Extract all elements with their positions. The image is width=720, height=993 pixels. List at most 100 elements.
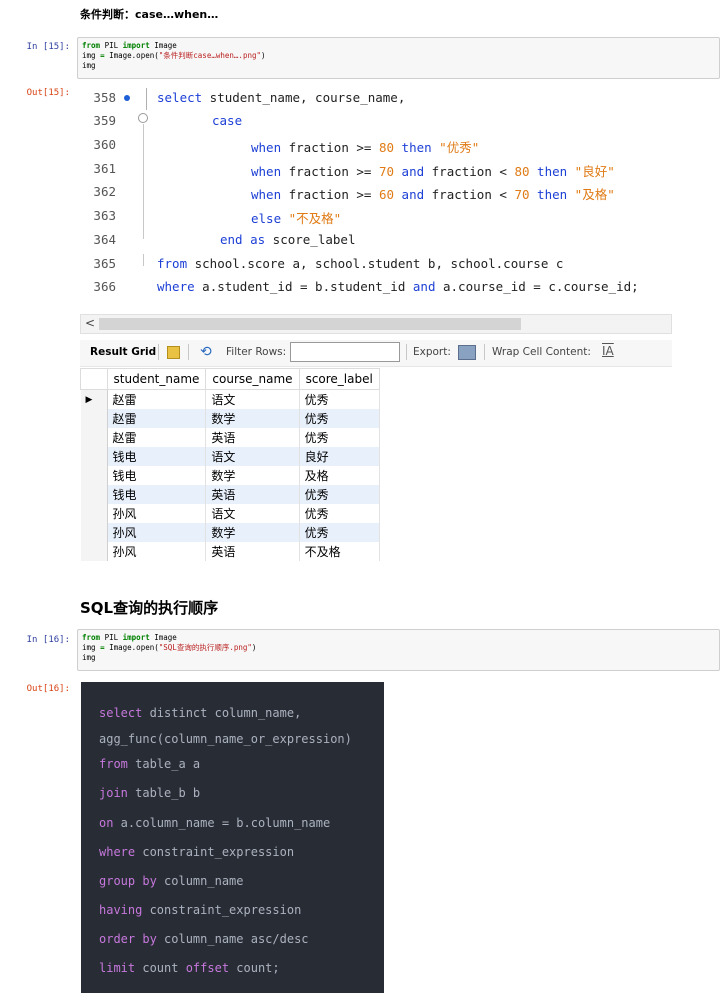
table-cell[interactable]: 及格 <box>299 466 380 485</box>
sql-keyword: select <box>99 706 143 720</box>
table-cell[interactable]: 优秀 <box>299 428 380 447</box>
table-cell[interactable]: 不及格 <box>299 542 380 561</box>
table-row[interactable]: 钱电 语文 良好 <box>80 447 380 466</box>
sql-text: constraint_expression <box>142 903 302 917</box>
sql-keyword: from <box>99 757 128 771</box>
order-line-on: on a.column_name = b.column_name <box>99 816 330 830</box>
section-heading-sql-order: SQL查询的执行顺序 <box>80 599 219 617</box>
scroll-left-icon[interactable]: < <box>85 316 95 330</box>
table-row[interactable]: 钱电 数学 及格 <box>80 466 380 485</box>
string-literal: "SQL查询的执行顺序.png" <box>158 643 252 652</box>
table-cell[interactable]: 钱电 <box>107 447 207 466</box>
table-cell[interactable]: 钱电 <box>107 466 207 485</box>
scrollbar-thumb[interactable] <box>99 318 521 330</box>
table-cell[interactable]: 优秀 <box>299 523 380 542</box>
table-cell[interactable]: 数学 <box>205 409 300 428</box>
sql-line-360: when fraction >= 80 then "优秀" <box>251 137 479 156</box>
sql-keyword: end <box>220 232 243 247</box>
sql-text: student_name, course_name, <box>202 90 406 105</box>
grid-view-icon[interactable] <box>167 346 180 359</box>
table-cell[interactable]: 语文 <box>205 504 300 523</box>
table-cell[interactable]: 数学 <box>205 466 300 485</box>
table-row[interactable]: 孙风 英语 不及格 <box>80 542 380 561</box>
output-prompt-16: Out[16]: <box>26 684 70 694</box>
table-cell[interactable]: 孙风 <box>107 504 207 523</box>
column-header[interactable]: course_name <box>205 368 300 390</box>
result-grid-label: Result Grid <box>90 346 157 358</box>
keyword: import <box>122 633 150 642</box>
refresh-icon[interactable]: ⟲ <box>200 344 212 360</box>
sql-keyword: select <box>157 90 203 105</box>
output-prompt-15: Out[15]: <box>26 88 70 98</box>
table-cell[interactable]: 钱电 <box>107 485 207 504</box>
table-cell[interactable]: 语文 <box>205 447 300 466</box>
table-cell[interactable]: 良好 <box>299 447 380 466</box>
paren: ) <box>261 51 266 60</box>
sql-text: table_b b <box>127 786 201 800</box>
table-cell[interactable]: 数学 <box>205 523 300 542</box>
sql-keyword: where <box>157 279 195 294</box>
horizontal-scrollbar[interactable]: < <box>80 314 672 334</box>
result-grid-toolbar: Result Grid ⟲ Filter Rows: Export: Wrap … <box>80 340 672 367</box>
table-cell[interactable]: 语文 <box>205 389 300 409</box>
column-header[interactable]: score_label <box>298 368 380 390</box>
row-gutter <box>80 409 108 428</box>
table-cell[interactable]: 优秀 <box>299 389 380 409</box>
table-cell[interactable]: 优秀 <box>299 504 380 523</box>
table-row[interactable]: 赵雷 英语 优秀 <box>80 428 380 447</box>
table-cell[interactable]: 英语 <box>205 485 300 504</box>
keyword: import <box>122 41 150 50</box>
filter-rows-input[interactable] <box>290 342 400 362</box>
sql-text: fraction >= <box>281 164 379 179</box>
table-cell[interactable]: 英语 <box>205 542 300 561</box>
table-cell[interactable]: 赵雷 <box>107 409 207 428</box>
sql-line-364: end as score_label <box>220 232 355 247</box>
code-line-2: img = Image.open("SQL查询的执行顺序.png") <box>82 643 715 653</box>
sql-text: fraction < <box>431 187 515 202</box>
table-cell[interactable]: 赵雷 <box>107 389 207 409</box>
table-row[interactable]: 赵雷 数学 优秀 <box>80 409 380 428</box>
wrap-cell-label: Wrap Cell Content: <box>492 346 591 358</box>
keyword: from <box>82 41 101 50</box>
sql-keyword: when <box>251 140 282 155</box>
keyword: from <box>82 633 101 642</box>
column-header[interactable]: student_name <box>106 368 207 390</box>
line-number: 360 <box>93 137 116 152</box>
export-icon[interactable] <box>458 345 476 360</box>
string-literal: "条件判断case…when….png" <box>158 51 262 60</box>
sql-keyword: then <box>529 187 575 202</box>
fold-guide <box>143 254 144 266</box>
code-cell-16[interactable]: from PIL import Image img = Image.open("… <box>77 629 720 671</box>
fold-marker-icon[interactable] <box>138 113 148 123</box>
table-row[interactable]: 孙风 语文 优秀 <box>80 504 380 523</box>
row-gutter <box>80 504 108 523</box>
table-cell[interactable]: 孙风 <box>107 523 207 542</box>
sql-line-365: from school.score a, school.student b, s… <box>157 256 563 271</box>
sql-keyword: and <box>394 164 432 179</box>
variable: img <box>82 643 101 652</box>
table-header-row: student_name course_name score_label <box>80 368 380 390</box>
sql-keyword: then <box>394 140 440 155</box>
sql-text: column_name <box>156 874 244 888</box>
sql-keyword: order by <box>99 932 157 946</box>
sql-string: "优秀" <box>439 140 480 155</box>
order-line-having: having constraint_expression <box>99 903 301 917</box>
table-cell[interactable]: 赵雷 <box>107 428 207 447</box>
sql-line-358: select student_name, course_name, <box>157 90 405 105</box>
wrap-cell-icon[interactable]: IA <box>602 344 614 358</box>
table-cell[interactable]: 优秀 <box>299 409 380 428</box>
table-cell[interactable]: 优秀 <box>299 485 380 504</box>
code-line-2: img = Image.open("条件判断case…when….png") <box>82 51 715 61</box>
fold-guide <box>146 88 147 110</box>
sql-keyword: else <box>251 211 282 226</box>
table-row[interactable]: ▶ 赵雷 语文 优秀 <box>80 389 380 409</box>
order-line-group-by: group by column_name <box>99 874 244 888</box>
order-line-select: select distinct column_name, <box>99 706 301 720</box>
table-cell[interactable]: 孙风 <box>107 542 207 561</box>
table-cell[interactable]: 英语 <box>205 428 300 447</box>
table-row[interactable]: 孙风 数学 优秀 <box>80 523 380 542</box>
table-row[interactable]: 钱电 英语 优秀 <box>80 485 380 504</box>
sql-keyword: when <box>251 187 282 202</box>
code-cell-15[interactable]: from PIL import Image img = Image.open("… <box>77 37 720 79</box>
sql-keyword: and <box>394 187 432 202</box>
